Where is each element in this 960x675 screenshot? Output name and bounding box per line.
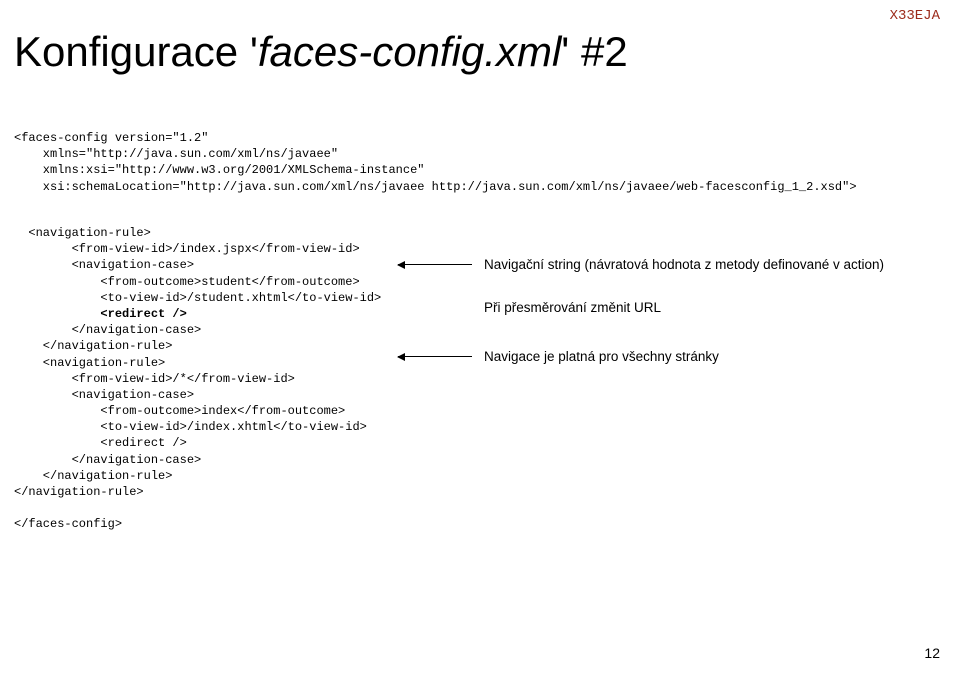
code-line: <navigation-rule> xyxy=(14,226,151,240)
code-line: </navigation-rule> xyxy=(14,469,172,483)
code-line: </navigation-case> xyxy=(14,453,201,467)
code-line: <from-view-id>/*</from-view-id> xyxy=(14,372,295,386)
title-filename: faces-config.xml xyxy=(258,28,561,75)
arrow-icon xyxy=(398,264,472,265)
code-line: <to-view-id>/index.xhtml</to-view-id> xyxy=(14,420,367,434)
annotation-redirect: Při přesměrování změnit URL xyxy=(484,300,661,315)
code-line: <from-view-id>/index.jspx</from-view-id> xyxy=(14,242,360,256)
code-line: xmlns="http://java.sun.com/xml/ns/javaee… xyxy=(14,147,338,161)
code-line: </faces-config> xyxy=(14,517,122,531)
code-line: xsi:schemaLocation="http://java.sun.com/… xyxy=(14,180,857,194)
code-line: </navigation-rule> xyxy=(14,485,144,499)
code-line: </navigation-case> xyxy=(14,323,201,337)
page-title: Konfigurace 'faces-config.xml' #2 xyxy=(14,28,628,76)
code-line: <faces-config version="1.2" xyxy=(14,131,208,145)
code-line-bold: <redirect /> xyxy=(14,307,187,321)
code-line: <to-view-id>/student.xhtml</to-view-id> xyxy=(14,291,381,305)
code-line: <redirect /> xyxy=(14,436,187,450)
annotation-navigation-string: Navigační string (návratová hodnota z me… xyxy=(484,257,884,272)
annotation-all-pages: Navigace je platná pro všechny stránky xyxy=(484,349,719,364)
code-line: xmlns:xsi="http://www.w3.org/2001/XMLSch… xyxy=(14,163,424,177)
title-suffix: ' #2 xyxy=(561,28,627,75)
code-line: <navigation-case> xyxy=(14,258,194,272)
arrow-icon xyxy=(398,356,472,357)
header-label: X33EJA xyxy=(890,8,940,24)
code-line: <from-outcome>student</from-outcome> xyxy=(14,275,360,289)
page-number: 12 xyxy=(924,645,940,661)
title-prefix: Konfigurace ' xyxy=(14,28,258,75)
code-line: <from-outcome>index</from-outcome> xyxy=(14,404,345,418)
code-line: </navigation-rule> xyxy=(14,339,172,353)
code-line: <navigation-rule> xyxy=(14,356,165,370)
code-block-body: <navigation-rule> <from-view-id>/index.j… xyxy=(14,225,381,533)
code-block-header: <faces-config version="1.2" xmlns="http:… xyxy=(14,130,857,195)
code-line: <navigation-case> xyxy=(14,388,194,402)
